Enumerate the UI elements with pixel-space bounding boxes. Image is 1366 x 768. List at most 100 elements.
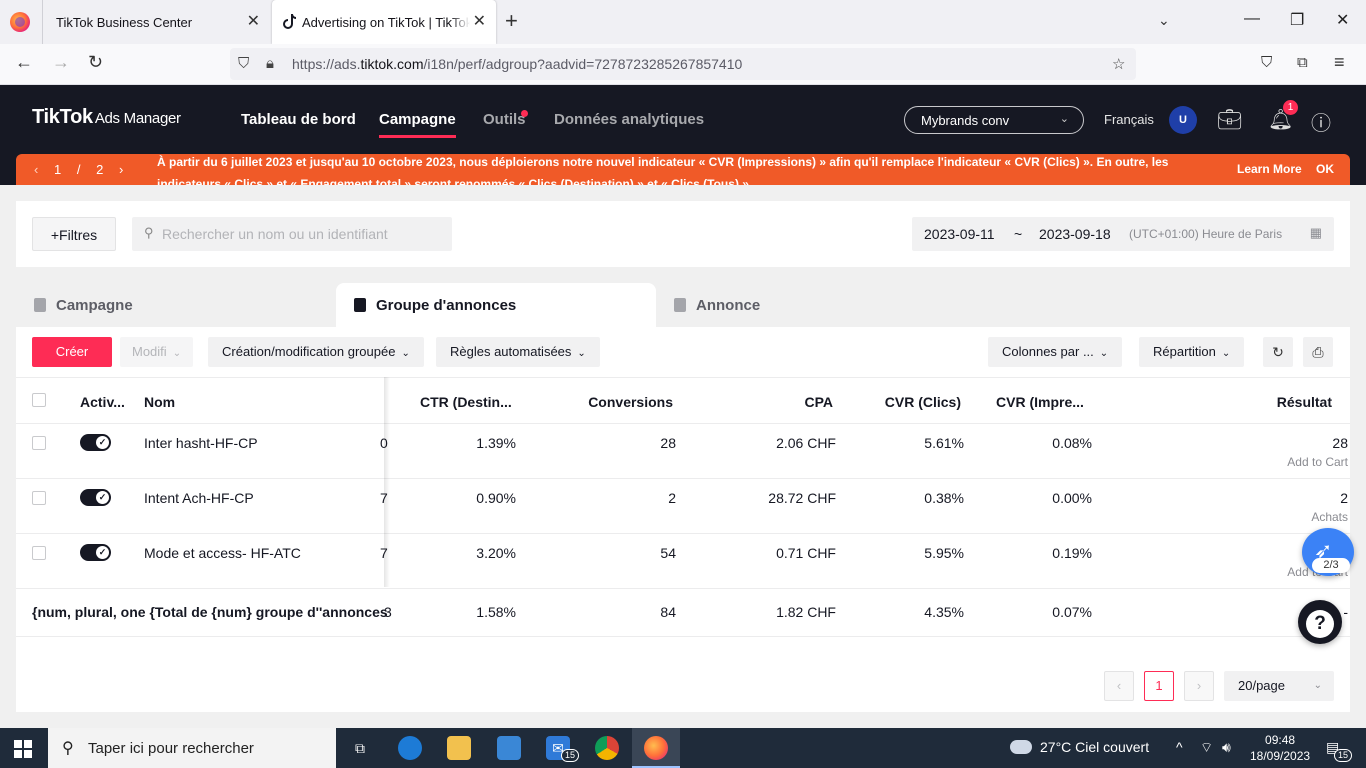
ad-icon	[674, 298, 686, 312]
forward-icon[interactable]: →	[52, 52, 70, 73]
firefox-taskbar-icon[interactable]	[644, 736, 668, 760]
col-conversions[interactable]: Conversions	[573, 394, 673, 410]
banner-pager: ‹ 1 / 2 ›	[34, 162, 135, 177]
banner-ok-button[interactable]: OK	[1316, 162, 1334, 176]
next-page-button[interactable]: ›	[1184, 671, 1214, 701]
back-icon[interactable]: ←	[15, 52, 33, 73]
filters-button[interactable]: +Filtres	[32, 217, 116, 251]
nav-analytics[interactable]: Données analytiques	[554, 111, 704, 128]
chrome-icon[interactable]	[595, 736, 619, 760]
extensions-icon[interactable]: ⧉	[1297, 54, 1308, 71]
chevron-right-icon[interactable]: ›	[119, 162, 123, 177]
new-tab-icon[interactable]: +	[505, 9, 518, 33]
nav-tools[interactable]: Outils	[483, 111, 526, 128]
tab-campaign[interactable]: Campagne	[16, 283, 336, 327]
ad-group-name[interactable]: Intent Ach-HF-CP	[144, 490, 254, 506]
url-bar[interactable]: ⛉ 🔒︎ https://ads.tiktok.com/i18n/perf/ad…	[230, 48, 1136, 80]
minimize-icon[interactable]: —	[1244, 10, 1260, 28]
modify-button[interactable]: Modifi ⌄	[120, 337, 194, 367]
refresh-icon[interactable]: ↻	[1263, 337, 1293, 367]
cloud-icon	[1010, 740, 1032, 754]
status-toggle[interactable]: ✓	[80, 489, 111, 506]
create-button[interactable]: Créer	[32, 337, 112, 367]
lock-icon[interactable]: 🔒︎	[266, 55, 274, 72]
help-button[interactable]: ?	[1298, 600, 1342, 644]
store-icon[interactable]	[497, 736, 521, 760]
col-cvr-impressions[interactable]: CVR (Impre...	[996, 394, 1084, 410]
banner-page-current: 1	[53, 162, 62, 177]
row-checkbox[interactable]	[32, 436, 46, 450]
tab-ad[interactable]: Annonce	[656, 283, 976, 327]
menu-icon[interactable]: ≡	[1334, 52, 1345, 73]
chevron-up-icon[interactable]: ^	[1176, 739, 1183, 755]
list-tabs-icon[interactable]: ⌄	[1158, 12, 1170, 29]
entity-tabs: Campagne Groupe d'annonces Annonce	[16, 283, 1350, 327]
banner-page-sep: /	[76, 162, 81, 177]
pocket-icon[interactable]: ⛉	[1261, 54, 1272, 71]
col-cvr-clicks[interactable]: CVR (Clics)	[861, 394, 961, 410]
export-icon[interactable]: ⎙	[1303, 337, 1333, 367]
tab-ad-group[interactable]: Groupe d'annonces	[336, 283, 656, 327]
firefox-icon[interactable]	[10, 12, 30, 32]
close-icon[interactable]: ✕	[473, 13, 486, 31]
reload-icon[interactable]: ↻	[88, 52, 103, 73]
col-status[interactable]: Activ...	[80, 394, 125, 410]
ad-group-name[interactable]: Inter hasht-HF-CP	[144, 435, 258, 451]
ad-group-icon	[354, 298, 366, 312]
file-explorer-icon[interactable]	[447, 736, 471, 760]
row-checkbox[interactable]	[32, 491, 46, 505]
volume-icon[interactable]: 🔊︎	[1222, 739, 1231, 756]
prev-page-button[interactable]: ‹	[1104, 671, 1134, 701]
col-cpa[interactable]: CPA	[733, 394, 833, 410]
result-type: Achats	[1311, 510, 1348, 524]
automated-rules-button[interactable]: Règles automatisées ⌄	[436, 337, 600, 367]
date-range-picker[interactable]: 2023-09-11 ~ 2023-09-18 (UTC+01:00) Heur…	[912, 217, 1334, 251]
table-header: Activ... Nom CTR (Destin... Conversions …	[16, 377, 1350, 424]
status-toggle[interactable]: ✓	[80, 434, 111, 451]
briefcase-icon[interactable]: 💼︎	[1217, 107, 1242, 132]
row-checkbox[interactable]	[32, 546, 46, 560]
account-select[interactable]: Mybrands conv ⌄	[904, 106, 1084, 134]
browser-tab-business-center[interactable]: TikTok Business Center ✕	[42, 0, 270, 44]
restore-icon[interactable]: ❐	[1290, 10, 1304, 30]
breakdown-button[interactable]: Répartition ⌄	[1139, 337, 1245, 367]
page-size-select[interactable]: 20/page ⌄	[1224, 671, 1334, 701]
bulk-edit-button[interactable]: Création/modification groupée ⌄	[208, 337, 424, 367]
chevron-down-icon: ⌄	[1221, 348, 1231, 359]
date-separator: ~	[1014, 226, 1023, 242]
edge-icon[interactable]	[398, 736, 422, 760]
task-view-icon[interactable]: ⧉	[348, 736, 372, 760]
taskbar-search[interactable]: ⚲ Taper ici pour rechercher	[48, 728, 336, 768]
close-icon[interactable]: ✕	[247, 13, 260, 31]
status-toggle[interactable]: ✓	[80, 544, 111, 561]
conversions-value: 54	[660, 545, 676, 561]
onboarding-widget[interactable]: ➶ 2/3	[1302, 528, 1354, 576]
weather-widget[interactable]: 27°C Ciel couvert	[1010, 739, 1149, 755]
close-window-icon[interactable]: ✕	[1336, 10, 1349, 30]
shield-icon[interactable]: ⛉	[238, 55, 249, 72]
col-ctr[interactable]: CTR (Destin...	[420, 394, 512, 410]
cpa-value: 28.72 CHF	[768, 490, 836, 506]
taskbar-clock[interactable]: 09:48 18/09/2023	[1250, 732, 1310, 764]
announcement-banner: ‹ 1 / 2 › À partir du 6 juillet 2023 et …	[16, 154, 1350, 185]
chevron-left-icon[interactable]: ‹	[34, 162, 38, 177]
nav-dashboard[interactable]: Tableau de bord	[241, 111, 356, 128]
select-all-checkbox[interactable]	[32, 393, 46, 407]
tiktok-logo[interactable]: TikTok Ads Manager	[32, 106, 181, 129]
avatar[interactable]: U	[1169, 106, 1197, 134]
help-icon[interactable]: ⓘ	[1311, 107, 1331, 136]
total-label: {num, plural, one {Total de {num} groupe…	[32, 604, 388, 620]
ad-group-name[interactable]: Mode et access- HF-ATC	[144, 545, 301, 561]
wifi-icon[interactable]: ⌔	[1200, 739, 1213, 757]
windows-start-icon[interactable]	[14, 740, 32, 758]
language-switch[interactable]: Français	[1104, 112, 1154, 127]
col-name[interactable]: Nom	[144, 394, 175, 410]
search-input[interactable]	[162, 217, 447, 251]
learn-more-link[interactable]: Learn More	[1237, 162, 1302, 176]
bookmark-star-icon[interactable]: ☆	[1112, 55, 1125, 73]
col-result[interactable]: Résultat	[1232, 394, 1332, 410]
page-number[interactable]: 1	[1144, 671, 1174, 701]
browser-tab-ads-manager[interactable]: Advertising on TikTok | TikTok Ads Manag…	[272, 0, 496, 44]
nav-campaign[interactable]: Campagne	[379, 111, 456, 138]
columns-button[interactable]: Colonnes par ... ⌄	[988, 337, 1123, 367]
